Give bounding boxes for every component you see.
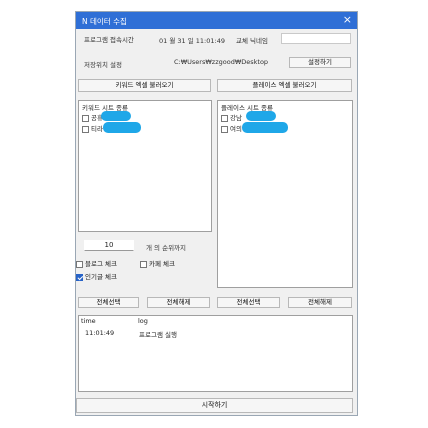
deselect-all-keyword-button[interactable]: 전체해제	[147, 297, 210, 308]
save-path-label: 저장위치 설정	[84, 61, 122, 69]
nickname-label: 교체 닉네임	[236, 37, 268, 45]
select-all-keyword-button[interactable]: 전체선택	[78, 297, 139, 308]
keyword-sheet-item[interactable]: 티라	[82, 123, 103, 133]
blog-checkbox[interactable]	[76, 260, 83, 268]
load-place-excel-button[interactable]: 플레이스 엑셀 불러오기	[217, 79, 352, 92]
log-row-message: 프로그램 실행	[139, 331, 177, 339]
rank-input[interactable]: 10	[84, 240, 134, 251]
place-sheet-item-label: 여의	[230, 125, 242, 133]
rank-suffix-label: 개 의 순위까지	[146, 244, 187, 252]
log-panel[interactable]: time log 11:01:49 프로그램 실행	[78, 315, 353, 392]
redaction-mark	[242, 122, 288, 133]
main-window: N 데이터 수집 × 프로그램 접속시간 01 월 31 일 11:01:49 …	[75, 11, 358, 416]
select-all-place-button[interactable]: 전체선택	[217, 297, 280, 308]
blog-option-label: 블로그 체크	[85, 260, 117, 268]
window-title: N 데이터 수집	[82, 17, 127, 26]
popular-option-label: 인기글 체크	[85, 273, 117, 281]
popular-option[interactable]: 인기글 체크	[76, 271, 117, 281]
save-path-value: C:₩Users₩zzgood₩Desktop	[174, 58, 269, 66]
keyword-sheet-panel[interactable]: 키워드 시트 종류 공휴 티라	[78, 100, 212, 232]
redaction-mark	[101, 111, 131, 121]
blog-option[interactable]: 블로그 체크	[76, 258, 117, 268]
log-row: 11:01:49	[85, 329, 114, 337]
place-sheet-item[interactable]: 강남	[221, 112, 242, 122]
cafe-option-label: 카페 체크	[149, 260, 175, 268]
keyword-sheet-item-label: 티라	[91, 125, 103, 133]
keyword-sheet-item[interactable]: 공휴	[82, 112, 103, 122]
deselect-all-place-button[interactable]: 전체해제	[288, 297, 352, 308]
cafe-option[interactable]: 카페 체크	[140, 258, 175, 268]
keyword-sheet-checkbox[interactable]	[82, 114, 89, 122]
title-bar[interactable]: N 데이터 수집 ×	[76, 12, 357, 29]
keyword-sheet-checkbox[interactable]	[82, 125, 89, 133]
place-sheet-panel[interactable]: 플레이스 시트 종류 강남 여의	[217, 100, 353, 288]
place-sheet-checkbox[interactable]	[221, 114, 228, 122]
connect-time-label: 프로그램 접속시간	[84, 36, 134, 44]
load-keyword-excel-button[interactable]: 키워드 엑셀 불러오기	[78, 79, 211, 92]
connect-time-value: 01 월 31 일 11:01:49	[159, 37, 225, 45]
redaction-mark	[246, 111, 276, 121]
cafe-checkbox[interactable]	[140, 260, 147, 268]
connect-time-field: 01 월 31 일 11:01:49	[154, 32, 225, 45]
place-sheet-item-label: 강남	[230, 114, 242, 122]
set-path-button[interactable]: 설정하기	[289, 57, 351, 68]
redaction-mark	[103, 122, 141, 133]
close-icon[interactable]: ×	[343, 14, 352, 26]
log-col-log-header: log	[138, 317, 148, 325]
log-row-time: 11:01:49	[85, 329, 115, 337]
place-sheet-item[interactable]: 여의	[221, 123, 242, 133]
nickname-input[interactable]	[281, 33, 351, 44]
popular-checkbox[interactable]	[76, 273, 83, 281]
place-sheet-checkbox[interactable]	[221, 125, 228, 133]
start-button[interactable]: 시작하기	[76, 398, 353, 413]
log-col-time-header: time	[81, 317, 96, 325]
